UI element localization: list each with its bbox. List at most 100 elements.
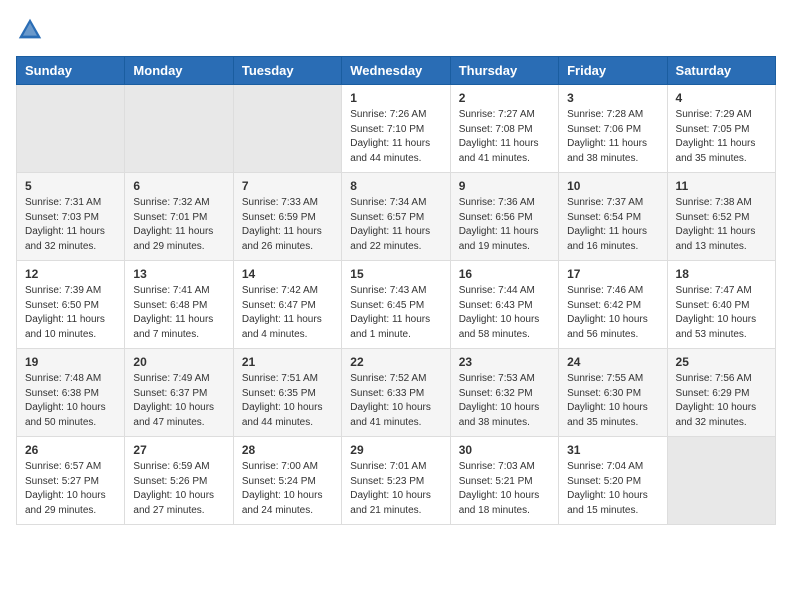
day-info: Sunrise: 7:33 AM Sunset: 6:59 PM Dayligh… bbox=[242, 196, 333, 254]
day-number: 30 bbox=[459, 443, 550, 457]
calendar-cell: 28Sunrise: 7:00 AM Sunset: 5:24 PM Dayli… bbox=[233, 437, 341, 525]
day-info: Sunrise: 7:32 AM Sunset: 7:01 PM Dayligh… bbox=[133, 196, 224, 254]
day-info: Sunrise: 7:31 AM Sunset: 7:03 PM Dayligh… bbox=[25, 196, 116, 254]
day-number: 10 bbox=[567, 179, 658, 193]
day-info: Sunrise: 7:34 AM Sunset: 6:57 PM Dayligh… bbox=[350, 196, 441, 254]
calendar-week-4: 19 Sunrise: 7:48 AM Sunset: 6:38 PM Dayli… bbox=[17, 349, 776, 437]
day-info: Sunrise: 7:56 AM Sunset: 6:29 PM Dayligh… bbox=[676, 372, 767, 430]
day-info: Sunrise: 7:51 AM Sunset: 6:35 PM Dayligh… bbox=[242, 372, 333, 430]
day-info: Sunrise: 7:48 AM Sunset: 6:38 PM Dayligh… bbox=[25, 372, 116, 430]
day-info: Sunrise: 7:53 AM Sunset: 6:32 PM Dayligh… bbox=[459, 372, 550, 430]
day-number: 1 bbox=[350, 91, 441, 105]
calendar-cell: 24 Sunrise: 7:55 AM Sunset: 6:30 PM Dayli… bbox=[559, 349, 667, 437]
calendar-cell: 11 Sunrise: 7:38 AM Sunset: 6:52 PM Dayli… bbox=[667, 173, 775, 261]
calendar-cell: 17 Sunrise: 7:46 AM Sunset: 6:42 PM Dayli… bbox=[559, 261, 667, 349]
calendar-cell: 8Sunrise: 7:34 AM Sunset: 6:57 PM Daylig… bbox=[342, 173, 450, 261]
day-number: 22 bbox=[350, 355, 441, 369]
day-number: 20 bbox=[133, 355, 224, 369]
calendar-cell bbox=[667, 437, 775, 525]
day-number: 4 bbox=[676, 91, 767, 105]
day-info: Sunrise: 6:59 AM Sunset: 5:26 PM Dayligh… bbox=[133, 460, 224, 518]
day-header-wednesday: Wednesday bbox=[342, 57, 450, 85]
day-number: 26 bbox=[25, 443, 116, 457]
day-info: Sunrise: 7:04 AM Sunset: 5:20 PM Dayligh… bbox=[567, 460, 658, 518]
day-number: 2 bbox=[459, 91, 550, 105]
day-number: 29 bbox=[350, 443, 441, 457]
day-number: 21 bbox=[242, 355, 333, 369]
calendar-cell: 19 Sunrise: 7:48 AM Sunset: 6:38 PM Dayli… bbox=[17, 349, 125, 437]
day-info: Sunrise: 7:28 AM Sunset: 7:06 PM Dayligh… bbox=[567, 108, 658, 166]
day-header-monday: Monday bbox=[125, 57, 233, 85]
calendar-cell: 3 Sunrise: 7:28 AM Sunset: 7:06 PM Daylig… bbox=[559, 85, 667, 173]
calendar-cell: 31 Sunrise: 7:04 AM Sunset: 5:20 PM Dayli… bbox=[559, 437, 667, 525]
day-header-friday: Friday bbox=[559, 57, 667, 85]
calendar-cell: 16Sunrise: 7:44 AM Sunset: 6:43 PM Dayli… bbox=[450, 261, 558, 349]
calendar-week-2: 5 Sunrise: 7:31 AM Sunset: 7:03 PM Daylig… bbox=[17, 173, 776, 261]
day-number: 17 bbox=[567, 267, 658, 281]
calendar-cell: 7 Sunrise: 7:33 AM Sunset: 6:59 PM Daylig… bbox=[233, 173, 341, 261]
calendar-cell: 27 Sunrise: 6:59 AM Sunset: 5:26 PM Dayli… bbox=[125, 437, 233, 525]
calendar-cell: 23 Sunrise: 7:53 AM Sunset: 6:32 PM Dayli… bbox=[450, 349, 558, 437]
calendar-cell: 14 Sunrise: 7:42 AM Sunset: 6:47 PM Dayli… bbox=[233, 261, 341, 349]
calendar-cell: 13 Sunrise: 7:41 AM Sunset: 6:48 PM Dayli… bbox=[125, 261, 233, 349]
day-info: Sunrise: 7:27 AM Sunset: 7:08 PM Dayligh… bbox=[459, 108, 550, 166]
day-info: Sunrise: 7:00 AM Sunset: 5:24 PM Dayligh… bbox=[242, 460, 333, 518]
calendar-cell: 4Sunrise: 7:29 AM Sunset: 7:05 PM Daylig… bbox=[667, 85, 775, 173]
page-header bbox=[16, 16, 776, 44]
calendar-cell: 9Sunrise: 7:36 AM Sunset: 6:56 PM Daylig… bbox=[450, 173, 558, 261]
day-number: 6 bbox=[133, 179, 224, 193]
day-number: 19 bbox=[25, 355, 116, 369]
day-info: Sunrise: 7:38 AM Sunset: 6:52 PM Dayligh… bbox=[676, 196, 767, 254]
day-info: Sunrise: 7:39 AM Sunset: 6:50 PM Dayligh… bbox=[25, 284, 116, 342]
day-header-tuesday: Tuesday bbox=[233, 57, 341, 85]
calendar-cell: 5 Sunrise: 7:31 AM Sunset: 7:03 PM Daylig… bbox=[17, 173, 125, 261]
day-number: 11 bbox=[676, 179, 767, 193]
day-info: Sunrise: 7:52 AM Sunset: 6:33 PM Dayligh… bbox=[350, 372, 441, 430]
day-info: Sunrise: 7:49 AM Sunset: 6:37 PM Dayligh… bbox=[133, 372, 224, 430]
day-number: 12 bbox=[25, 267, 116, 281]
day-number: 9 bbox=[459, 179, 550, 193]
calendar-cell: 2 Sunrise: 7:27 AM Sunset: 7:08 PM Daylig… bbox=[450, 85, 558, 173]
calendar-cell bbox=[17, 85, 125, 173]
day-header-saturday: Saturday bbox=[667, 57, 775, 85]
day-number: 7 bbox=[242, 179, 333, 193]
calendar-week-5: 26 Sunrise: 6:57 AM Sunset: 5:27 PM Dayli… bbox=[17, 437, 776, 525]
day-number: 15 bbox=[350, 267, 441, 281]
day-info: Sunrise: 6:57 AM Sunset: 5:27 PM Dayligh… bbox=[25, 460, 116, 518]
logo-icon bbox=[16, 16, 44, 44]
page-container: SundayMondayTuesdayWednesdayThursdayFrid… bbox=[0, 0, 792, 541]
calendar-cell: 1Sunrise: 7:26 AM Sunset: 7:10 PM Daylig… bbox=[342, 85, 450, 173]
calendar-cell: 12 Sunrise: 7:39 AM Sunset: 6:50 PM Dayli… bbox=[17, 261, 125, 349]
calendar-header-row: SundayMondayTuesdayWednesdayThursdayFrid… bbox=[17, 57, 776, 85]
day-info: Sunrise: 7:42 AM Sunset: 6:47 PM Dayligh… bbox=[242, 284, 333, 342]
calendar-cell: 10Sunrise: 7:37 AM Sunset: 6:54 PM Dayli… bbox=[559, 173, 667, 261]
day-number: 3 bbox=[567, 91, 658, 105]
day-info: Sunrise: 7:41 AM Sunset: 6:48 PM Dayligh… bbox=[133, 284, 224, 342]
day-info: Sunrise: 7:47 AM Sunset: 6:40 PM Dayligh… bbox=[676, 284, 767, 342]
day-info: Sunrise: 7:46 AM Sunset: 6:42 PM Dayligh… bbox=[567, 284, 658, 342]
logo bbox=[16, 16, 48, 44]
calendar-week-3: 12 Sunrise: 7:39 AM Sunset: 6:50 PM Dayli… bbox=[17, 261, 776, 349]
calendar-cell bbox=[233, 85, 341, 173]
day-header-sunday: Sunday bbox=[17, 57, 125, 85]
calendar-cell: 18Sunrise: 7:47 AM Sunset: 6:40 PM Dayli… bbox=[667, 261, 775, 349]
calendar-cell: 15Sunrise: 7:43 AM Sunset: 6:45 PM Dayli… bbox=[342, 261, 450, 349]
calendar-cell: 6 Sunrise: 7:32 AM Sunset: 7:01 PM Daylig… bbox=[125, 173, 233, 261]
day-number: 13 bbox=[133, 267, 224, 281]
day-header-thursday: Thursday bbox=[450, 57, 558, 85]
calendar-cell: 30 Sunrise: 7:03 AM Sunset: 5:21 PM Dayli… bbox=[450, 437, 558, 525]
day-info: Sunrise: 7:01 AM Sunset: 5:23 PM Dayligh… bbox=[350, 460, 441, 518]
day-number: 31 bbox=[567, 443, 658, 457]
calendar-cell: 26 Sunrise: 6:57 AM Sunset: 5:27 PM Dayli… bbox=[17, 437, 125, 525]
day-number: 5 bbox=[25, 179, 116, 193]
day-number: 23 bbox=[459, 355, 550, 369]
calendar-cell bbox=[125, 85, 233, 173]
day-number: 16 bbox=[459, 267, 550, 281]
day-number: 14 bbox=[242, 267, 333, 281]
day-info: Sunrise: 7:55 AM Sunset: 6:30 PM Dayligh… bbox=[567, 372, 658, 430]
day-number: 24 bbox=[567, 355, 658, 369]
day-number: 27 bbox=[133, 443, 224, 457]
day-info: Sunrise: 7:03 AM Sunset: 5:21 PM Dayligh… bbox=[459, 460, 550, 518]
day-number: 25 bbox=[676, 355, 767, 369]
calendar-week-1: 1Sunrise: 7:26 AM Sunset: 7:10 PM Daylig… bbox=[17, 85, 776, 173]
